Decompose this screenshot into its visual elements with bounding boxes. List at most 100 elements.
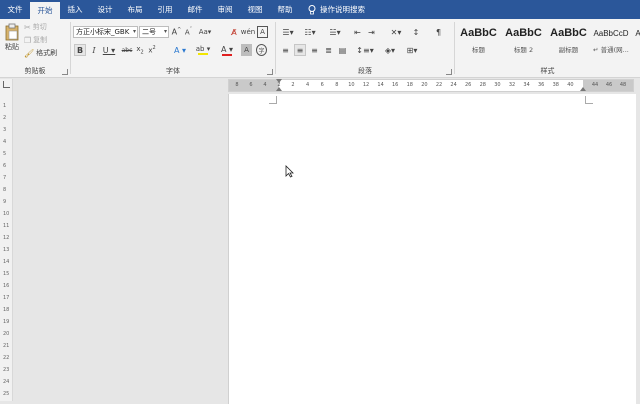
ruler-tick-label: 2 — [3, 115, 7, 121]
text-effects-button[interactable]: A ▾ — [171, 44, 189, 56]
ruler-tick-label: 22 — [435, 82, 443, 88]
top-right-margin-mark — [585, 96, 593, 104]
top-left-margin-mark — [269, 96, 277, 104]
tell-me-search[interactable]: 操作说明搜索 — [308, 0, 365, 19]
ruler-tick-label: 15 — [3, 271, 10, 277]
font-color-button[interactable]: A ▾ — [217, 43, 237, 57]
subscript-icon: x2 — [136, 44, 144, 56]
ruler-tick-label: 19 — [3, 319, 10, 325]
ruler-tick-label: 16 — [392, 82, 399, 88]
justify-icon: ≣ — [325, 45, 332, 55]
character-shading-button[interactable]: A — [241, 44, 252, 56]
style-sample: AaBbC — [460, 27, 497, 39]
bold-button[interactable]: B — [74, 44, 86, 56]
ruler-tick-label: 18 — [3, 307, 10, 313]
font-size-combo[interactable]: 二号 ▾ — [139, 26, 169, 38]
document-page[interactable] — [228, 94, 636, 404]
ruler-tick-label: 36 — [538, 82, 545, 88]
multilevel-list-icon: ☱▾ — [329, 27, 341, 37]
tab-file[interactable]: 文件 — [0, 0, 30, 19]
change-case-button[interactable]: Aa▾ — [197, 26, 213, 38]
underline-button[interactable]: U ▾ — [101, 44, 117, 56]
ruler-tick-label: 10 — [3, 211, 10, 217]
ruler-tick-label: 4 — [263, 82, 267, 88]
increase-indent-button[interactable]: ⇥ — [366, 26, 377, 38]
paste-button[interactable]: 粘贴 — [3, 22, 21, 52]
right-indent-marker[interactable] — [580, 87, 586, 91]
left-indent-marker[interactable] — [276, 87, 282, 91]
line-spacing-icon: ↕≡▾ — [356, 45, 374, 55]
tab-mailings[interactable]: 邮件 — [180, 0, 210, 19]
font-name-combo[interactable]: 方正小标宋_GBK ▾ — [73, 26, 138, 38]
enclose-characters-button[interactable]: 字 — [256, 44, 267, 56]
subscript-button[interactable]: x2 — [135, 44, 145, 56]
tab-references[interactable]: 引用 — [150, 0, 180, 19]
multilevel-list-button[interactable]: ☱▾ — [326, 26, 344, 38]
align-left-button[interactable]: ≡ — [280, 44, 291, 56]
character-border-icon: A — [260, 28, 265, 36]
styles-group: AaBbC 标题 AaBbC 标题 2 AaBbC 副标题 AaBbCcD ↵ … — [455, 19, 640, 78]
ruler-tick-label: 30 — [494, 82, 501, 88]
bullet-list-icon: ☰▾ — [282, 27, 294, 37]
character-border-button[interactable]: A — [257, 26, 268, 38]
ruler-tick-label: 10 — [348, 82, 355, 88]
clear-formatting-button[interactable]: A̸ — [228, 26, 240, 38]
ruler-tick-label: 40 — [567, 82, 574, 88]
decrease-indent-button[interactable]: ⇤ — [352, 26, 363, 38]
distributed-icon: ▤ — [338, 45, 347, 55]
tab-help[interactable]: 帮助 — [270, 0, 300, 19]
highlight-color-button[interactable]: ab ▾ — [193, 43, 213, 57]
style-sample: AaBbC — [550, 27, 587, 39]
ruler-corner-tab-selector[interactable] — [3, 81, 10, 88]
tab-layout[interactable]: 布局 — [120, 0, 150, 19]
clipboard-dialog-launcher[interactable] — [62, 69, 68, 75]
format-painter-button[interactable]: 🖌 格式刷 — [24, 48, 57, 58]
tab-home[interactable]: 开始 — [30, 2, 60, 19]
format-painter-label: 格式刷 — [36, 49, 58, 57]
paragraph-dialog-launcher[interactable] — [446, 69, 452, 75]
line-spacing-button[interactable]: ↕≡▾ — [356, 44, 374, 56]
style-name: 标题 2 — [513, 46, 534, 54]
chinese-layout-button[interactable]: ✕▾ — [388, 26, 404, 38]
strikethrough-button[interactable]: abc — [121, 44, 133, 56]
style-heading-2[interactable]: AaBbC 标题 2 — [502, 23, 545, 59]
shrink-font-button[interactable]: Aˇ — [183, 26, 194, 38]
align-right-button[interactable]: ≡ — [309, 44, 320, 56]
style-normal-web[interactable]: AaBbCcD ↵ 普通(网... — [589, 23, 633, 59]
phonetic-guide-button[interactable]: wén — [241, 26, 255, 38]
ruler-tick-label: 1 — [3, 103, 7, 109]
style-heading[interactable]: AaBbC 标题 — [457, 23, 500, 59]
paste-label: 粘贴 — [5, 42, 19, 51]
distributed-button[interactable]: ▤ — [337, 44, 348, 56]
justify-button[interactable]: ≣ — [323, 44, 334, 56]
chevron-down-icon: ▾ — [132, 28, 136, 35]
first-line-indent-marker[interactable] — [276, 79, 282, 83]
underline-icon: U ▾ — [102, 45, 116, 55]
sort-icon: ↕ — [412, 27, 420, 37]
grow-font-icon: A^ — [171, 27, 182, 37]
numbering-button[interactable]: ☷▾ — [302, 26, 318, 38]
bullets-button[interactable]: ☰▾ — [280, 26, 296, 38]
shading-button[interactable]: ◈▾ — [382, 44, 398, 56]
style-more[interactable]: A — [633, 23, 640, 59]
ruler-tick-label: 14 — [3, 259, 10, 265]
copy-button[interactable]: ❐ 复制 — [24, 35, 47, 45]
show-hide-marks-button[interactable]: ¶ — [433, 26, 444, 38]
ruler-tick-label: 14 — [377, 82, 384, 88]
ruler-tick-label: 18 — [406, 82, 413, 88]
tab-review[interactable]: 审阅 — [210, 0, 240, 19]
font-dialog-launcher[interactable] — [267, 69, 273, 75]
tab-insert[interactable]: 插入 — [60, 0, 90, 19]
tab-view[interactable]: 视图 — [240, 0, 270, 19]
italic-button[interactable]: I — [89, 44, 99, 56]
copy-label: 复制 — [33, 36, 48, 44]
grow-font-button[interactable]: A^ — [171, 26, 182, 38]
align-center-button[interactable]: ≡ — [294, 44, 306, 56]
tab-design[interactable]: 设计 — [90, 0, 120, 19]
superscript-button[interactable]: x2 — [147, 44, 157, 56]
style-subtitle[interactable]: AaBbC 副标题 — [547, 23, 590, 59]
borders-button[interactable]: ⊞▾ — [404, 44, 420, 56]
sort-button[interactable]: ↕ — [410, 26, 422, 38]
cut-button[interactable]: ✂ 剪切 — [24, 22, 47, 32]
character-shading-icon: A — [244, 46, 249, 54]
